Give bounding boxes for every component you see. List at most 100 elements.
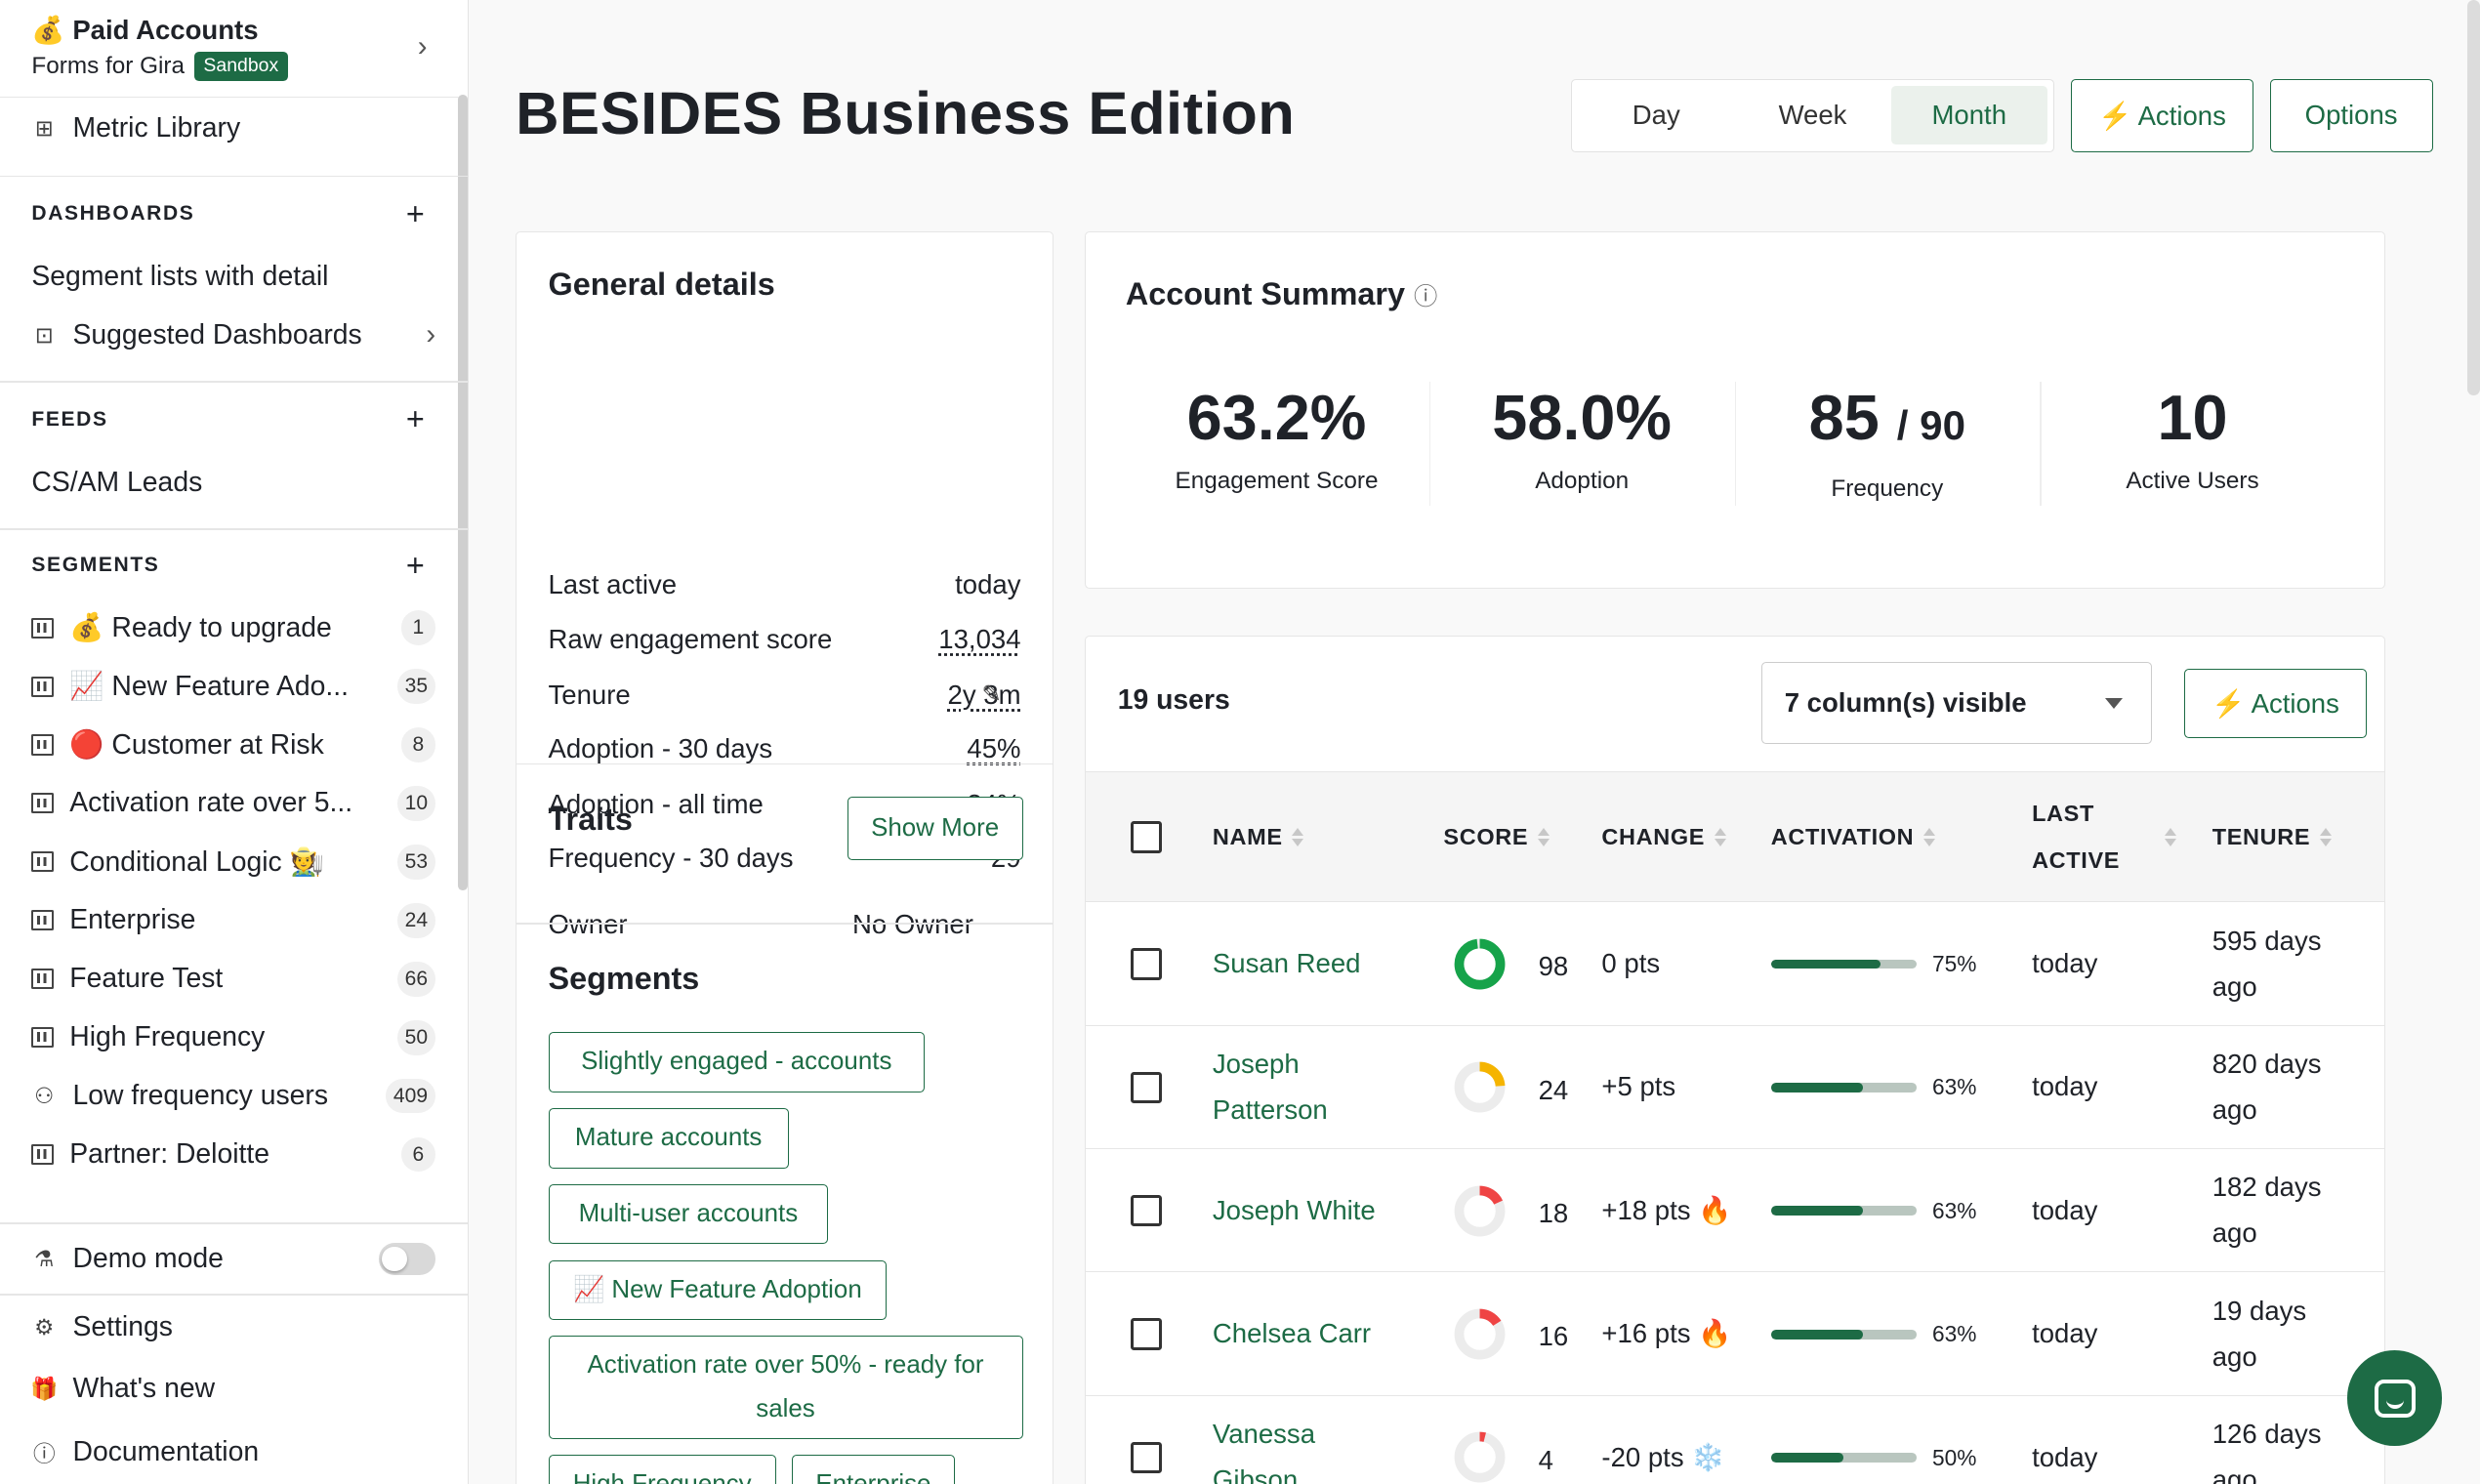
users-actions-button[interactable]: ⚡ Actions bbox=[2183, 668, 2368, 738]
add-feed-plus-icon[interactable]: + bbox=[406, 401, 427, 437]
segment-pill[interactable]: High Frequency bbox=[548, 1454, 776, 1484]
sidebar-segment-item[interactable]: ⚇ Low frequency users 409 bbox=[31, 1076, 436, 1117]
sidebar-segment-item[interactable]: Enterprise 24 bbox=[31, 900, 436, 941]
add-segment-plus-icon[interactable]: + bbox=[406, 548, 427, 584]
add-dashboard-plus-icon[interactable]: + bbox=[406, 196, 427, 232]
options-button[interactable]: Options bbox=[2269, 79, 2433, 152]
account-title: 💰 Paid Accounts bbox=[31, 14, 259, 45]
change-cell: +5 pts bbox=[1601, 1071, 1676, 1102]
segment-label: High Frequency bbox=[69, 1021, 266, 1053]
segment-pill[interactable]: Mature accounts bbox=[548, 1107, 789, 1169]
change-cell: -20 pts ❄️ bbox=[1601, 1441, 1725, 1472]
sidebar-segment-item[interactable]: Conditional Logic 🧑‍🌾 53 bbox=[31, 842, 436, 883]
table-row[interactable]: Joseph White 18 +18 pts 🔥 63% today 182 days … bbox=[1086, 1149, 2384, 1273]
table-row[interactable]: Joseph Patterson 24 +5 pts 63% today 820 days… bbox=[1086, 1026, 2384, 1150]
chat-launcher-button[interactable] bbox=[2347, 1350, 2443, 1446]
table-header: NAME SCORE CHANGE ACTIVATION LAST ACTIVE… bbox=[1086, 770, 2384, 903]
metric-value: 10 bbox=[2157, 382, 2228, 454]
sidebar-item-settings[interactable]: ⚙ Settings bbox=[31, 1306, 435, 1347]
account-summary-title: Account Summary ⓘ bbox=[1126, 276, 1437, 312]
row-checkbox[interactable] bbox=[1130, 1441, 1163, 1474]
sidebar-item-documentation[interactable]: ⓘ Documentation bbox=[31, 1431, 435, 1472]
sidebar-segment-item[interactable]: Partner: Deloitte 6 bbox=[31, 1134, 436, 1175]
sidebar-segment-item[interactable]: 📈 New Feature Ado... 35 bbox=[31, 666, 436, 707]
activation-bar bbox=[1770, 959, 1917, 969]
activation-percent: 63% bbox=[1931, 1074, 1977, 1100]
segment-label: Low frequency users bbox=[72, 1080, 329, 1112]
user-name-link[interactable]: Joseph White bbox=[1213, 1149, 1386, 1272]
score-arc bbox=[1454, 938, 1506, 990]
user-name-link[interactable]: Joseph Patterson bbox=[1213, 1026, 1386, 1149]
chevron-right-icon: › bbox=[426, 318, 436, 350]
sidebar-segment-item[interactable]: High Frequency 50 bbox=[31, 1017, 436, 1058]
col-activation[interactable]: ACTIVATION bbox=[1771, 813, 1936, 861]
table-row[interactable]: Susan Reed 98 0 pts 75% today 595 days ago bbox=[1086, 902, 2384, 1026]
sidebar-item-label: Metric Library bbox=[72, 111, 241, 144]
row-checkbox[interactable] bbox=[1130, 1071, 1163, 1104]
segment-count-badge: 1 bbox=[400, 610, 436, 645]
segment-pill[interactable]: Slightly engaged - accounts bbox=[548, 1032, 926, 1092]
sidebar-segment-item[interactable]: 💰 Ready to upgrade 1 bbox=[31, 607, 436, 648]
user-name-link[interactable]: Vanessa Gibson bbox=[1213, 1396, 1386, 1484]
segment-pill[interactable]: Multi-user accounts bbox=[548, 1183, 829, 1245]
row-checkbox[interactable] bbox=[1130, 1195, 1163, 1227]
sidebar-segment-item[interactable]: Activation rate over 5... 10 bbox=[31, 783, 436, 824]
period-week[interactable]: Week bbox=[1734, 86, 1890, 144]
sidebar-segment-item[interactable]: 🔴 Customer at Risk 8 bbox=[31, 724, 436, 765]
sidebar-segment-item[interactable]: Feature Test 66 bbox=[31, 959, 436, 1000]
score-ring bbox=[1454, 1308, 1506, 1360]
segment-pill[interactable]: Enterprise bbox=[791, 1454, 955, 1484]
demo-mode-toggle[interactable] bbox=[378, 1243, 436, 1275]
table-row[interactable]: Vanessa Gibson 4 -20 pts ❄️ 50% today 126 day… bbox=[1086, 1396, 2384, 1484]
table-row[interactable]: Chelsea Carr 16 +16 pts 🔥 63% today 19 days a… bbox=[1086, 1272, 2384, 1396]
sidebar-item-metric-library[interactable]: ⊞ Metric Library bbox=[31, 107, 435, 148]
page-scrollbar[interactable] bbox=[2467, 0, 2480, 395]
row-checkbox[interactable] bbox=[1130, 948, 1163, 980]
account-switcher[interactable]: 💰 Paid Accounts Forms for Gira Sandbox › bbox=[0, 0, 459, 99]
sidebar-scrollbar[interactable] bbox=[457, 95, 468, 891]
col-tenure[interactable]: TENURE bbox=[2212, 813, 2333, 861]
activation-bar-fill bbox=[1770, 1083, 1863, 1092]
activation-percent: 63% bbox=[1931, 1197, 1977, 1223]
building-icon bbox=[31, 1027, 55, 1049]
actions-button[interactable]: ⚡ Actions bbox=[2070, 79, 2254, 152]
segment-pill[interactable]: Activation rate over 50% - ready for sal… bbox=[548, 1336, 1023, 1439]
col-label: ACTIVATION bbox=[1770, 824, 1915, 850]
segment-count-badge: 35 bbox=[396, 669, 436, 704]
last-active-cell: today bbox=[2032, 1441, 2098, 1472]
period-month[interactable]: Month bbox=[1890, 86, 2047, 145]
gift-icon: 🎁 bbox=[30, 1375, 59, 1401]
chevron-right-icon: › bbox=[417, 31, 428, 63]
period-day[interactable]: Day bbox=[1578, 86, 1734, 144]
metric-value: 58.0% bbox=[1492, 382, 1673, 454]
segment-label: Conditional Logic 🧑‍🌾 bbox=[69, 845, 324, 878]
sidebar-item-feed[interactable]: CS/AM Leads bbox=[31, 462, 435, 503]
col-last-active[interactable]: LAST ACTIVE bbox=[2032, 790, 2177, 885]
main-content: BESIDES Business Edition Day Week Month … bbox=[469, 0, 2480, 1484]
sidebar-item-suggested-dashboards[interactable]: ⊡ Suggested Dashboards › bbox=[31, 314, 435, 355]
user-name-link[interactable]: Susan Reed bbox=[1213, 902, 1386, 1025]
last-active-cell: today bbox=[2032, 1071, 2098, 1102]
col-name[interactable]: NAME bbox=[1213, 813, 1304, 861]
select-all-checkbox[interactable] bbox=[1130, 821, 1163, 853]
score-cell: 18 bbox=[1453, 1149, 1568, 1272]
sidebar-item-label: Suggested Dashboards bbox=[72, 318, 362, 350]
row-checkbox[interactable] bbox=[1130, 1318, 1163, 1350]
activation-bar bbox=[1770, 1329, 1917, 1340]
building-icon bbox=[31, 676, 55, 697]
columns-visible-select[interactable]: 7 column(s) visible bbox=[1761, 662, 2153, 745]
sidebar-item-whats-new[interactable]: 🎁 What's new bbox=[30, 1368, 435, 1409]
metric-label: Active Users bbox=[2126, 467, 2259, 494]
sidebar-item-label: Settings bbox=[72, 1310, 173, 1342]
show-more-button[interactable]: Show More bbox=[847, 796, 1023, 860]
info-icon[interactable]: ⓘ bbox=[1414, 284, 1437, 310]
feeds-header: FEEDS + bbox=[31, 401, 435, 437]
col-score[interactable]: SCORE bbox=[1443, 813, 1550, 861]
sidebar-item-dashboard[interactable]: Segment lists with detail bbox=[31, 256, 435, 297]
edit-owner-pencil-icon[interactable]: ✎ bbox=[981, 680, 1001, 709]
col-change[interactable]: CHANGE bbox=[1601, 813, 1726, 861]
section-label: FEEDS bbox=[31, 407, 108, 431]
segment-pill[interactable]: 📈 New Feature Adoption bbox=[548, 1259, 888, 1321]
activation-cell: 63% bbox=[1770, 1272, 1976, 1395]
user-name-link[interactable]: Chelsea Carr bbox=[1213, 1272, 1386, 1395]
